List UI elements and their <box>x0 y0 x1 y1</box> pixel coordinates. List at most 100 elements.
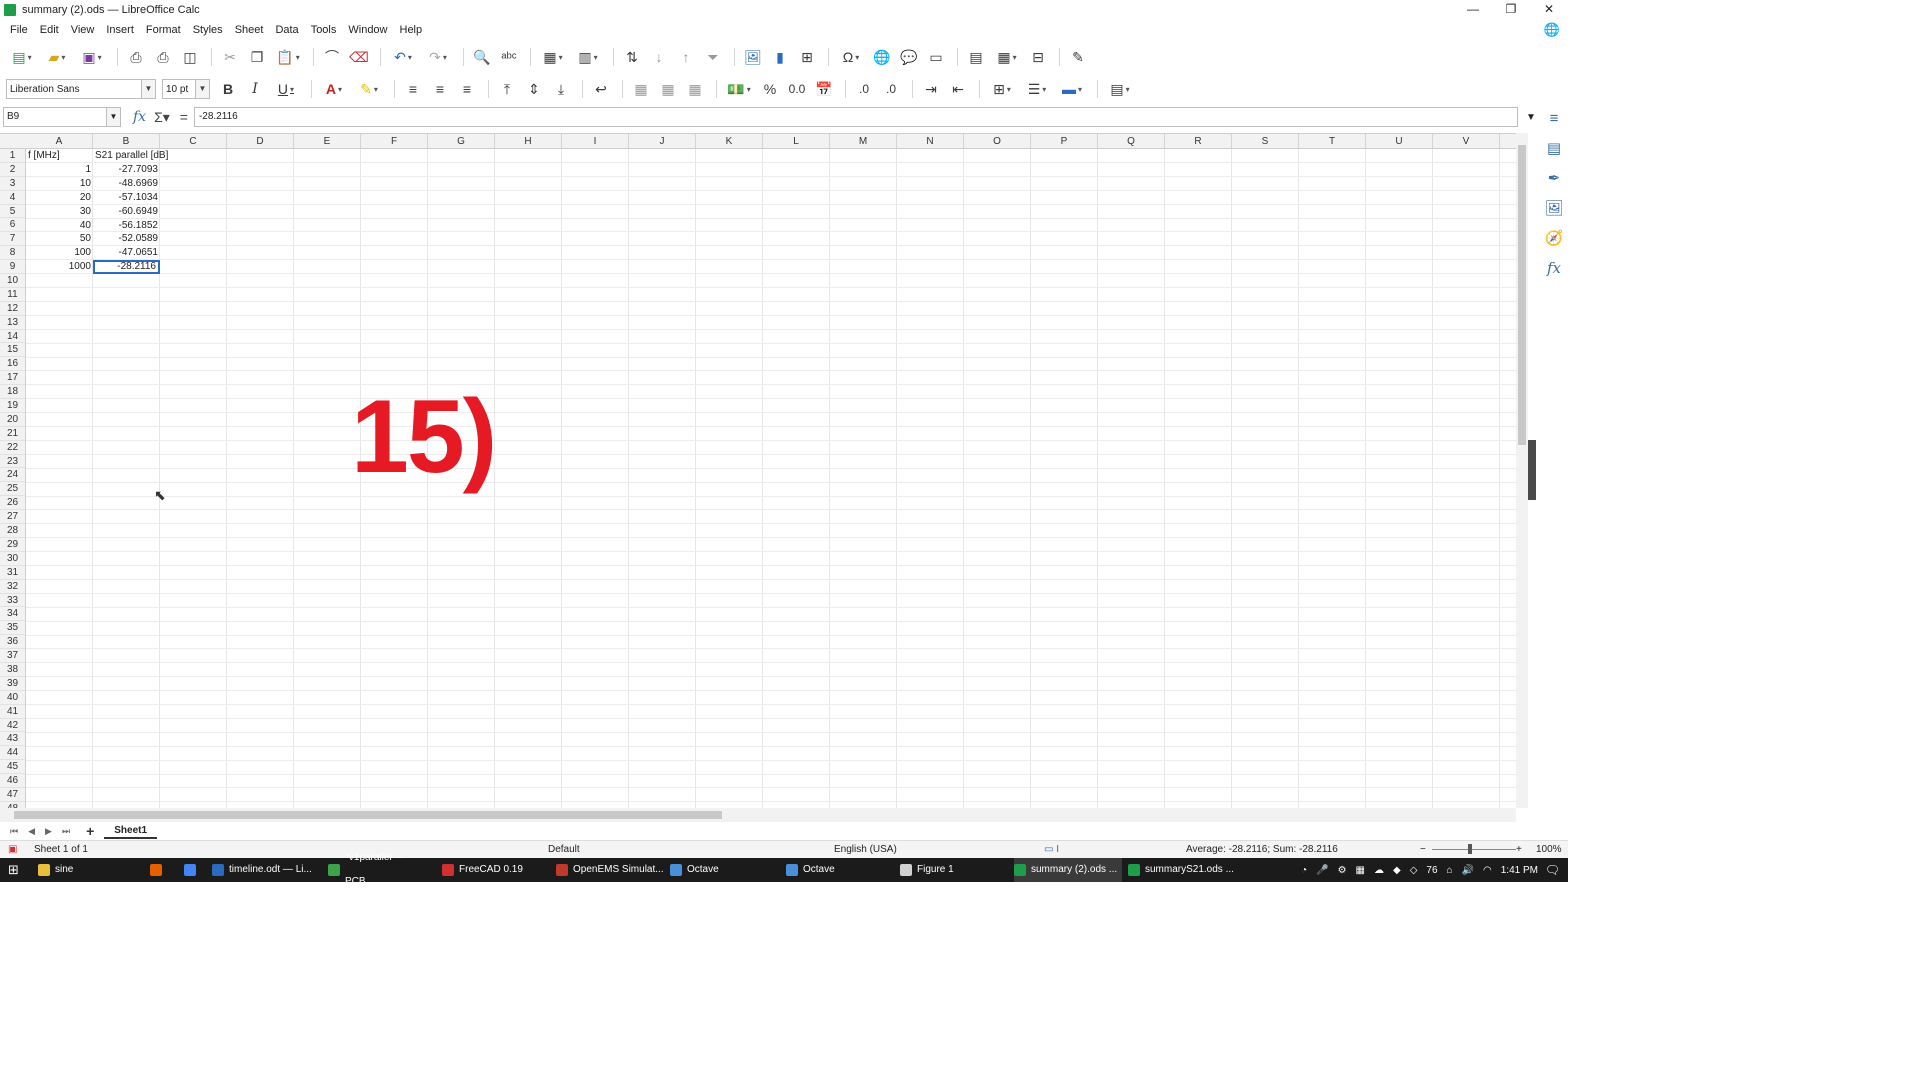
paste-icon[interactable]: 📋 <box>272 46 304 68</box>
horizontal-scrollbar[interactable] <box>0 808 1516 822</box>
row-header-39[interactable]: 39 <box>0 677 25 691</box>
tray-icon[interactable]: ⚙ <box>1338 865 1347 876</box>
cell-a3[interactable]: 10 <box>26 177 93 191</box>
row-header-4[interactable]: 4 <box>0 191 25 205</box>
menu-styles[interactable]: Styles <box>187 20 229 40</box>
row-header-33[interactable]: 33 <box>0 594 25 608</box>
taskbar-item[interactable]: *v1parallel — PCB... <box>328 852 436 887</box>
taskbar-item[interactable]: OpenEMS Simulat... <box>556 858 664 882</box>
properties-icon[interactable]: ▤ <box>1547 139 1561 157</box>
horizontal-scroll-thumb[interactable] <box>14 811 722 819</box>
percent-format-icon[interactable]: % <box>758 78 782 100</box>
italic-icon[interactable]: I <box>243 78 267 100</box>
formula-icon[interactable]: = <box>180 109 188 125</box>
row-header-9[interactable]: 9 <box>0 260 25 275</box>
row-header-20[interactable]: 20 <box>0 413 25 427</box>
menu-view[interactable]: View <box>65 20 101 40</box>
cell-b6[interactable]: -56.1852 <box>93 219 160 233</box>
clock[interactable]: 1:41 PM <box>1501 865 1538 876</box>
row-header-14[interactable]: 14 <box>0 330 25 344</box>
navigator-icon[interactable]: 🧭 <box>1545 229 1564 247</box>
unmerge-cells-icon[interactable]: ▦ <box>683 78 707 100</box>
row-header-23[interactable]: 23 <box>0 455 25 469</box>
globe-icon[interactable]: 🌐 <box>1544 22 1560 38</box>
cell-a5[interactable]: 30 <box>26 205 93 219</box>
find-replace-icon[interactable]: 🔍 <box>470 46 494 68</box>
highlight-color-icon[interactable]: ✎ <box>353 78 385 100</box>
sort-ascending-icon[interactable]: ↓ <box>647 46 671 68</box>
font-size-box[interactable]: 10 pt ▼ <box>162 79 210 99</box>
row-header-47[interactable]: 47 <box>0 788 25 802</box>
row-header-41[interactable]: 41 <box>0 705 25 719</box>
cell-a8[interactable]: 100 <box>26 246 93 260</box>
taskbar-item[interactable] <box>184 858 204 882</box>
column-header-q[interactable]: Q <box>1098 134 1165 149</box>
tray-number[interactable]: 76 <box>1426 865 1437 876</box>
notification-icon[interactable]: 🗨 <box>1545 858 1560 882</box>
pivot-table-icon[interactable]: ⊞ <box>795 46 819 68</box>
column-header-i[interactable]: I <box>562 134 629 149</box>
column-header-t[interactable]: T <box>1299 134 1366 149</box>
column-header-a[interactable]: A <box>26 134 93 149</box>
row-header-38[interactable]: 38 <box>0 663 25 677</box>
column-header-f[interactable]: F <box>361 134 428 149</box>
zoom-in-icon[interactable]: + <box>1516 841 1522 858</box>
last-sheet-icon[interactable]: ⏭ <box>62 826 70 837</box>
save-icon[interactable]: ▣ <box>76 46 108 68</box>
border-style-icon[interactable]: ☰ <box>1021 78 1053 100</box>
menu-data[interactable]: Data <box>269 20 304 40</box>
gallery-icon[interactable]: 🖼 <box>1544 199 1563 217</box>
cell-a2[interactable]: 1 <box>26 163 93 177</box>
spreadsheet-grid[interactable]: ABCDEFGHIJKLMNOPQRSTUV 1 2 3 4 5 6 7 8 9 10 11 12 13… <box>0 133 1516 808</box>
row-header-2[interactable]: 2 <box>0 163 25 177</box>
cell-b3[interactable]: -48.6969 <box>93 177 160 191</box>
currency-format-icon[interactable]: 💵 <box>723 78 755 100</box>
functions-icon[interactable]: fx <box>1547 259 1561 277</box>
menu-file[interactable]: File <box>4 20 34 40</box>
redo-icon[interactable]: ↷ <box>422 46 454 68</box>
header-footer-icon[interactable]: ▭ <box>924 46 948 68</box>
previous-sheet-icon[interactable]: ◀ <box>28 826 35 837</box>
row-header-11[interactable]: 11 <box>0 288 25 302</box>
tray-icon[interactable]: ▦ <box>1356 865 1365 876</box>
menu-edit[interactable]: Edit <box>34 20 65 40</box>
next-sheet-icon[interactable]: ▶ <box>45 826 52 837</box>
menu-tools[interactable]: Tools <box>305 20 343 40</box>
align-center-icon[interactable]: ≡ <box>428 78 452 100</box>
define-print-area-icon[interactable]: ▤ <box>964 46 988 68</box>
cell-b9[interactable]: -28.2116 <box>93 260 160 275</box>
row-header-45[interactable]: 45 <box>0 760 25 775</box>
volume-icon[interactable]: 🔊 <box>1462 865 1474 876</box>
add-sheet-icon[interactable]: + <box>86 823 94 839</box>
column-header-j[interactable]: J <box>629 134 696 149</box>
menu-sheet[interactable]: Sheet <box>229 20 270 40</box>
cell-a1[interactable]: f [MHz] <box>26 149 93 163</box>
align-left-icon[interactable]: ≡ <box>401 78 425 100</box>
row-header-16[interactable]: 16 <box>0 357 25 372</box>
column-icon[interactable]: ▥ <box>572 46 604 68</box>
row-header-36[interactable]: 36 <box>0 635 25 650</box>
show-draw-functions-icon[interactable]: ✎ <box>1066 46 1090 68</box>
row-header-3[interactable]: 3 <box>0 177 25 191</box>
cut-icon[interactable]: ✂ <box>218 46 242 68</box>
row-header-17[interactable]: 17 <box>0 371 25 386</box>
cell-area[interactable]: f [MHz] S21 parallel [dB] 1 -27.7093 10 -48.6… <box>26 149 1516 808</box>
merge-cells-icon[interactable]: ▦ <box>656 78 680 100</box>
column-header-m[interactable]: M <box>830 134 897 149</box>
row-header-44[interactable]: 44 <box>0 746 25 761</box>
sidebar-collapse-handle[interactable] <box>1528 440 1536 500</box>
taskbar-item[interactable]: Octave <box>670 858 778 882</box>
row-header-21[interactable]: 21 <box>0 427 25 441</box>
cell-b1[interactable]: S21 parallel [dB] <box>93 149 168 163</box>
print-icon[interactable]: ⎙ <box>151 46 175 68</box>
spellcheck-icon[interactable]: ᵃᵇᶜ <box>497 46 521 68</box>
column-header-o[interactable]: O <box>964 134 1031 149</box>
close-button[interactable]: ✕ <box>1530 0 1568 20</box>
column-header-k[interactable]: K <box>696 134 763 149</box>
cell-a7[interactable]: 50 <box>26 232 93 246</box>
page-style[interactable]: Default <box>548 841 580 858</box>
align-bottom-icon[interactable]: ⤓ <box>549 78 573 100</box>
network-icon[interactable]: ⌂ <box>1447 865 1453 876</box>
row-header-35[interactable]: 35 <box>0 621 25 636</box>
tray-icon[interactable]: ◔ <box>1301 865 1307 876</box>
